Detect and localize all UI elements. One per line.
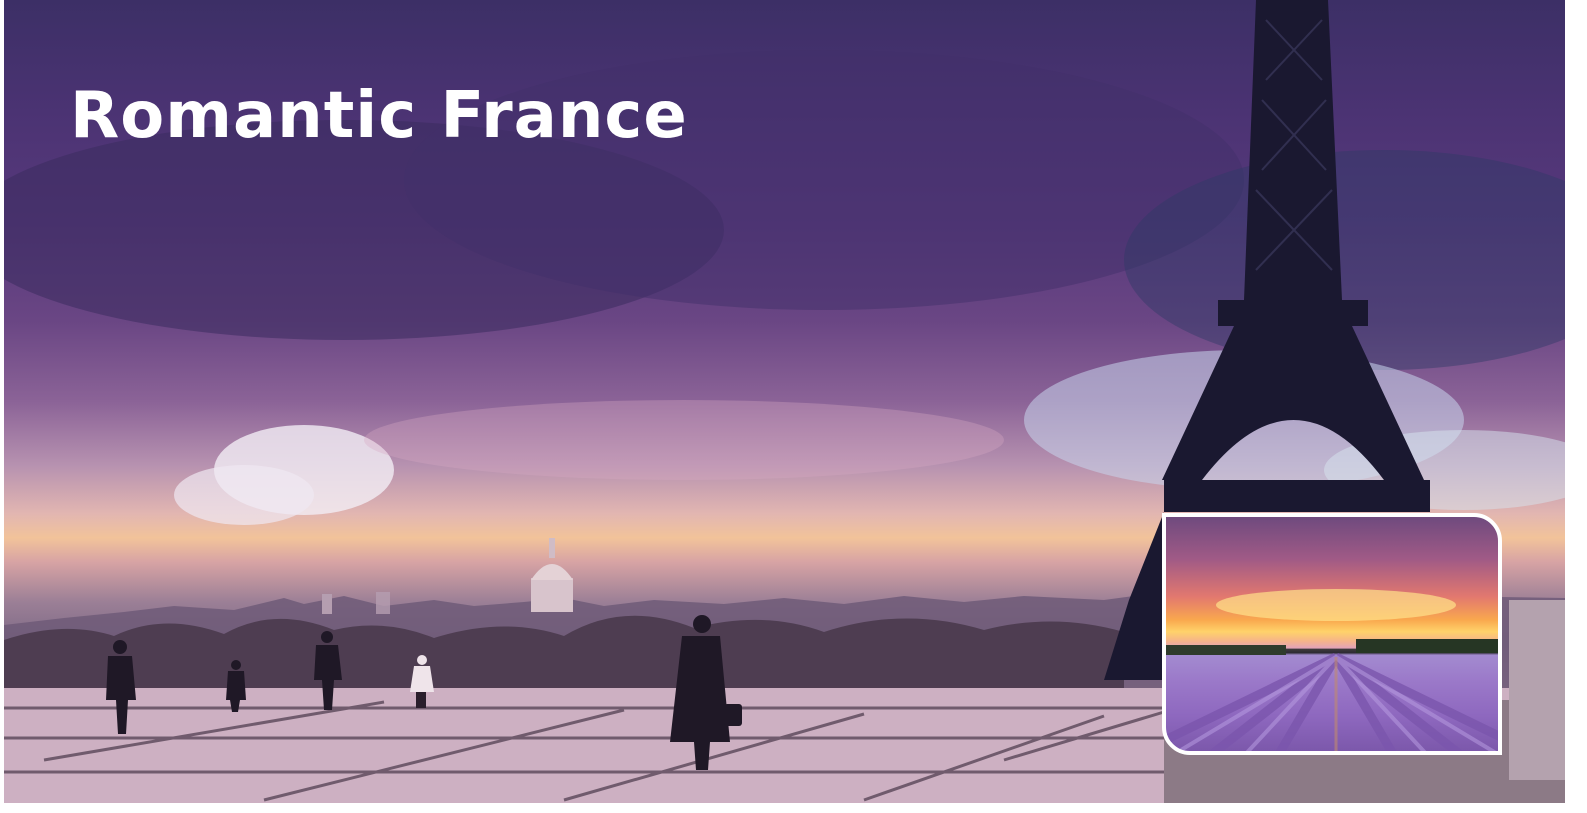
person-icon	[106, 640, 136, 734]
person-icon	[314, 631, 342, 710]
person-icon	[410, 655, 434, 708]
lavender-rows	[1166, 589, 1498, 751]
lavender-field-inset	[1162, 513, 1502, 755]
person-icon	[226, 660, 246, 712]
person-icon	[670, 615, 742, 770]
poster-title: Romantic France	[70, 79, 688, 153]
